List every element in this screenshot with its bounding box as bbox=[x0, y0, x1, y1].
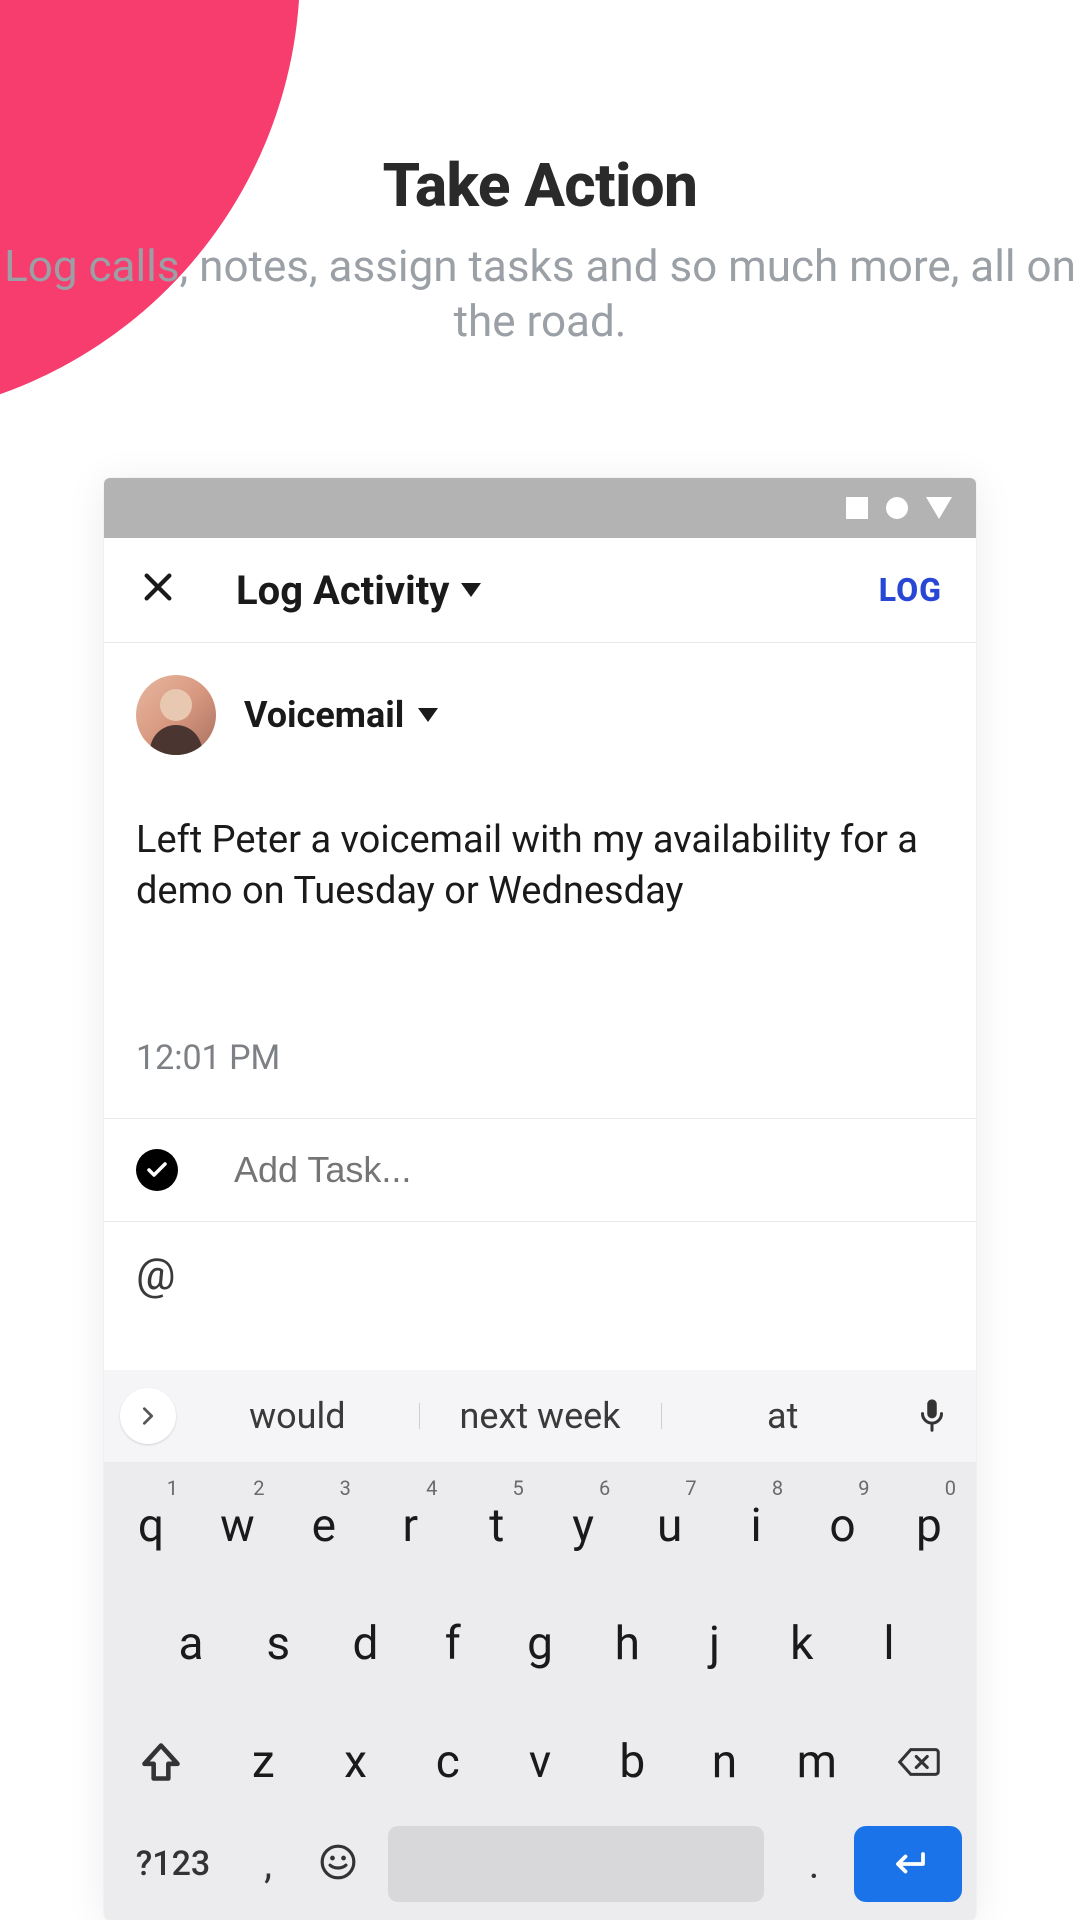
key-q[interactable]: q1 bbox=[114, 1472, 188, 1580]
key-b[interactable]: b bbox=[595, 1708, 669, 1816]
keyboard: would next week at q1 w2 e3 r4 t5 y6 u7 … bbox=[104, 1370, 976, 1920]
screen-title-dropdown[interactable]: Log Activity bbox=[236, 567, 481, 614]
key-r[interactable]: r4 bbox=[373, 1472, 447, 1580]
key-l[interactable]: l bbox=[852, 1590, 926, 1698]
key-g[interactable]: g bbox=[503, 1590, 577, 1698]
nav-back-icon bbox=[926, 497, 952, 519]
key-o[interactable]: o9 bbox=[806, 1472, 880, 1580]
activity-type-label: Voicemail bbox=[244, 694, 404, 736]
period-key[interactable]: . bbox=[784, 1841, 844, 1888]
key-row-3: z x c v b n m bbox=[104, 1698, 976, 1816]
key-f[interactable]: f bbox=[416, 1590, 490, 1698]
activity-type-dropdown[interactable]: Voicemail bbox=[244, 694, 438, 736]
key-n[interactable]: n bbox=[688, 1708, 762, 1816]
close-button[interactable] bbox=[128, 560, 188, 620]
mention-icon: @ bbox=[136, 1248, 176, 1300]
key-j[interactable]: j bbox=[678, 1590, 752, 1698]
key-u[interactable]: u7 bbox=[633, 1472, 707, 1580]
space-key[interactable] bbox=[388, 1826, 764, 1902]
key-k[interactable]: k bbox=[765, 1590, 839, 1698]
voice-input-button[interactable] bbox=[904, 1397, 960, 1435]
key-e[interactable]: e3 bbox=[287, 1472, 361, 1580]
key-p[interactable]: p0 bbox=[892, 1472, 966, 1580]
enter-key[interactable] bbox=[854, 1826, 962, 1902]
comma-key[interactable]: , bbox=[238, 1841, 298, 1888]
suggestion-row: would next week at bbox=[104, 1370, 976, 1462]
key-row-bottom: ?123 , . bbox=[104, 1816, 976, 1920]
task-input[interactable] bbox=[234, 1149, 944, 1191]
key-z[interactable]: z bbox=[226, 1708, 300, 1816]
expand-suggestions-button[interactable] bbox=[120, 1388, 176, 1444]
backspace-key[interactable] bbox=[872, 1717, 966, 1807]
phone-frame: Log Activity LOG Voicemail Left Peter a … bbox=[104, 478, 976, 1920]
suggestion-3[interactable]: at bbox=[661, 1395, 904, 1437]
key-s[interactable]: s bbox=[241, 1590, 315, 1698]
key-m[interactable]: m bbox=[780, 1708, 854, 1816]
suggestion-2[interactable]: next week bbox=[419, 1395, 662, 1437]
log-button[interactable]: LOG bbox=[879, 571, 952, 609]
add-task-row[interactable] bbox=[104, 1118, 976, 1221]
hero-subtitle: Log calls, notes, assign tasks and so mu… bbox=[0, 239, 1080, 349]
key-a[interactable]: a bbox=[154, 1590, 228, 1698]
app-header: Log Activity LOG bbox=[104, 538, 976, 643]
chevron-down-icon bbox=[418, 708, 438, 722]
close-icon bbox=[141, 566, 175, 615]
nav-recent-icon bbox=[846, 497, 868, 519]
status-bar bbox=[104, 478, 976, 538]
symbols-key[interactable]: ?123 bbox=[118, 1844, 228, 1884]
key-d[interactable]: d bbox=[329, 1590, 403, 1698]
key-row-2: a s d f g h j k l bbox=[104, 1580, 976, 1698]
suggestion-1[interactable]: would bbox=[176, 1395, 419, 1437]
mention-row[interactable]: @ bbox=[104, 1221, 976, 1340]
timestamp: 12:01 PM bbox=[136, 1038, 944, 1078]
task-check-icon bbox=[136, 1149, 178, 1191]
key-t[interactable]: t5 bbox=[460, 1472, 534, 1580]
key-x[interactable]: x bbox=[319, 1708, 393, 1816]
key-i[interactable]: i8 bbox=[719, 1472, 793, 1580]
chevron-down-icon bbox=[461, 583, 481, 597]
nav-home-icon bbox=[886, 497, 908, 519]
key-y[interactable]: y6 bbox=[546, 1472, 620, 1580]
emoji-key[interactable] bbox=[308, 1843, 368, 1885]
key-row-1: q1 w2 e3 r4 t5 y6 u7 i8 o9 p0 bbox=[104, 1462, 976, 1580]
key-c[interactable]: c bbox=[411, 1708, 485, 1816]
note-textarea[interactable]: Left Peter a voicemail with my availabil… bbox=[136, 815, 944, 918]
hero-title: Take Action bbox=[0, 150, 1080, 221]
shift-key[interactable] bbox=[114, 1717, 208, 1807]
key-w[interactable]: w2 bbox=[200, 1472, 274, 1580]
screen-title: Log Activity bbox=[236, 567, 449, 614]
key-v[interactable]: v bbox=[503, 1708, 577, 1816]
contact-avatar[interactable] bbox=[136, 675, 216, 755]
key-h[interactable]: h bbox=[590, 1590, 664, 1698]
